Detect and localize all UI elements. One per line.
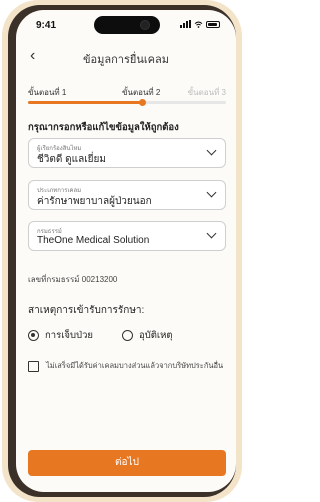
wifi-icon bbox=[194, 21, 203, 28]
nav-bar: ‹ ข้อมูลการยื่นเคลม bbox=[16, 44, 236, 70]
radio-accident-label: อุบัติเหตุ bbox=[139, 330, 173, 341]
chevron-down-icon bbox=[206, 187, 217, 198]
policy-value: TheOne Medical Solution bbox=[37, 235, 150, 246]
other-insurance-label: ไม่เสร็จมีได้รับค่าเคลมบางส่วนแล้วจากบริ… bbox=[46, 361, 224, 370]
radio-unselected-icon bbox=[122, 330, 133, 341]
next-button[interactable]: ต่อไป bbox=[28, 450, 226, 476]
other-insurance-checkbox-row[interactable]: ไม่เสร็จมีได้รับค่าเคลมบางส่วนแล้วจากบริ… bbox=[28, 360, 226, 372]
reason-title: สาเหตุการเข้ารับการรักษา: bbox=[28, 305, 145, 316]
radio-accident[interactable]: อุบัติเหตุ bbox=[122, 328, 173, 343]
radio-selected-icon bbox=[28, 330, 39, 341]
insured-select[interactable]: ผู้เรียกร้องสินไหม ชีวิตดี ดูแลเยี่ยม bbox=[28, 138, 226, 168]
step-2-label: ขั้นตอนที่ 2 bbox=[122, 88, 161, 97]
status-time: 9:41 bbox=[36, 20, 57, 31]
camera-icon bbox=[140, 20, 150, 30]
battery-icon bbox=[206, 20, 220, 28]
checkbox-icon[interactable] bbox=[28, 361, 39, 372]
system-icons bbox=[180, 20, 220, 28]
chevron-down-icon bbox=[206, 145, 217, 156]
policy-select[interactable]: กรมธรรม์ TheOne Medical Solution bbox=[28, 221, 226, 251]
progress-track bbox=[28, 99, 226, 106]
chevron-down-icon bbox=[206, 228, 217, 239]
policy-number: เลขที่กรมธรรม์ 00213200 bbox=[28, 275, 118, 284]
page-title: ข้อมูลการยื่นเคลม bbox=[83, 54, 169, 66]
step-1-label: ขั้นตอนที่ 1 bbox=[28, 88, 67, 97]
radio-illness-label: การเจ็บป่วย bbox=[45, 330, 93, 341]
form-heading: กรุณากรอกหรือแก้ไขข้อมูลให้ถูกต้อง bbox=[28, 122, 179, 133]
claim-type-value: ค่ารักษาพยาบาลผู้ป่วยนอก bbox=[37, 196, 152, 207]
insured-value: ชีวิตดี ดูแลเยี่ยม bbox=[37, 154, 106, 165]
phone-screen: 9:41 ‹ ข้อมูลการยื่นเคลม ขั้นตอนที่ 1 ขั… bbox=[16, 10, 236, 492]
status-bar: 9:41 bbox=[16, 10, 236, 38]
progress-fill bbox=[28, 101, 143, 104]
dynamic-island bbox=[94, 16, 160, 34]
claim-type-select[interactable]: ประเภทการเคลม ค่ารักษาพยาบาลผู้ป่วยนอก bbox=[28, 180, 226, 210]
radio-illness[interactable]: การเจ็บป่วย bbox=[28, 328, 93, 343]
step-3-label: ขั้นตอนที่ 3 bbox=[187, 88, 226, 97]
signal-icon bbox=[180, 20, 191, 28]
